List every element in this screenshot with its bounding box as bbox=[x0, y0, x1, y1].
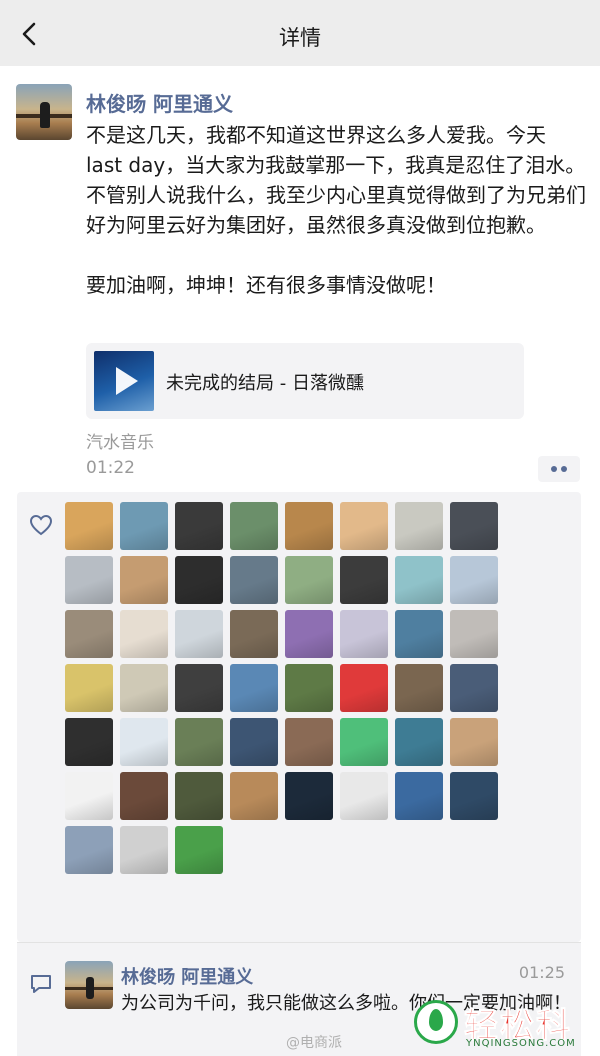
like-avatar[interactable] bbox=[340, 610, 388, 658]
like-avatar[interactable] bbox=[120, 502, 168, 550]
music-title: 未完成的结局 - 日落微醺 bbox=[166, 373, 364, 394]
site-logo: 轻松科技 YNQINGSONG.COM bbox=[414, 994, 598, 1056]
like-avatar[interactable] bbox=[65, 556, 113, 604]
like-avatar[interactable] bbox=[175, 664, 223, 712]
like-avatar[interactable] bbox=[395, 664, 443, 712]
like-avatar[interactable] bbox=[175, 826, 223, 874]
like-avatar[interactable] bbox=[120, 610, 168, 658]
music-card[interactable]: 未完成的结局 - 日落微醺 bbox=[86, 343, 524, 419]
like-avatar[interactable] bbox=[285, 502, 333, 550]
like-avatar[interactable] bbox=[395, 556, 443, 604]
author-name[interactable]: 林俊旸 阿里通义 bbox=[86, 88, 233, 117]
like-avatar[interactable] bbox=[285, 610, 333, 658]
top-bar: 详情 bbox=[0, 0, 600, 66]
like-avatar[interactable] bbox=[175, 718, 223, 766]
like-avatar[interactable] bbox=[285, 664, 333, 712]
like-avatar[interactable] bbox=[340, 556, 388, 604]
source-link[interactable]: 汽水音乐 bbox=[86, 428, 154, 453]
logo-mark-icon bbox=[414, 1000, 458, 1044]
like-avatar[interactable] bbox=[395, 502, 443, 550]
like-avatar[interactable] bbox=[120, 718, 168, 766]
comment-time: 01:25 bbox=[518, 963, 565, 982]
like-avatar[interactable] bbox=[230, 718, 278, 766]
like-avatar[interactable] bbox=[230, 502, 278, 550]
like-avatar[interactable] bbox=[230, 772, 278, 820]
like-avatar[interactable] bbox=[65, 502, 113, 550]
like-avatar[interactable] bbox=[340, 664, 388, 712]
post-time: 01:22 bbox=[86, 458, 135, 478]
like-avatar[interactable] bbox=[120, 772, 168, 820]
like-avatar[interactable] bbox=[65, 664, 113, 712]
like-avatar[interactable] bbox=[395, 610, 443, 658]
like-avatar[interactable] bbox=[450, 610, 498, 658]
like-avatar[interactable] bbox=[450, 556, 498, 604]
like-avatar[interactable] bbox=[285, 772, 333, 820]
weibo-watermark: @电商派 bbox=[286, 1035, 342, 1051]
post-paragraph-2: 要加油啊，坤坤！还有很多事情没做呢！ bbox=[86, 273, 446, 297]
like-avatar[interactable] bbox=[340, 772, 388, 820]
like-avatar[interactable] bbox=[175, 556, 223, 604]
like-avatar[interactable] bbox=[285, 556, 333, 604]
like-avatar[interactable] bbox=[395, 772, 443, 820]
like-avatar[interactable] bbox=[65, 772, 113, 820]
like-avatar[interactable] bbox=[120, 664, 168, 712]
more-actions-button[interactable] bbox=[538, 456, 580, 482]
page-title: 详情 bbox=[279, 26, 321, 50]
commenter-name[interactable]: 林俊旸 阿里通义 bbox=[121, 963, 253, 989]
like-avatar[interactable] bbox=[450, 502, 498, 550]
like-avatar[interactable] bbox=[120, 556, 168, 604]
like-avatar[interactable] bbox=[340, 502, 388, 550]
play-icon bbox=[116, 367, 138, 395]
like-avatar[interactable] bbox=[120, 826, 168, 874]
like-avatar[interactable] bbox=[450, 664, 498, 712]
like-avatar[interactable] bbox=[450, 772, 498, 820]
logo-subtitle: YNQINGSONG.COM bbox=[466, 1038, 576, 1049]
author-avatar[interactable] bbox=[16, 84, 72, 140]
like-avatar[interactable] bbox=[450, 718, 498, 766]
heart-icon bbox=[29, 514, 53, 536]
like-avatar[interactable] bbox=[340, 718, 388, 766]
like-avatar[interactable] bbox=[65, 826, 113, 874]
commenter-avatar[interactable] bbox=[65, 961, 113, 1009]
like-avatar[interactable] bbox=[175, 772, 223, 820]
post-paragraph-1: 不是这几天，我都不知道这世界这么多人爱我。今天 last day，当大家为我鼓掌… bbox=[86, 123, 586, 237]
like-avatar[interactable] bbox=[65, 718, 113, 766]
like-avatar[interactable] bbox=[230, 610, 278, 658]
like-avatar[interactable] bbox=[230, 664, 278, 712]
like-avatar[interactable] bbox=[175, 610, 223, 658]
comment-icon bbox=[31, 975, 51, 993]
like-avatar[interactable] bbox=[230, 556, 278, 604]
like-avatar[interactable] bbox=[175, 502, 223, 550]
like-avatar[interactable] bbox=[395, 718, 443, 766]
like-avatar[interactable] bbox=[65, 610, 113, 658]
music-cover bbox=[94, 351, 154, 411]
likes-panel bbox=[17, 492, 581, 942]
like-avatar[interactable] bbox=[285, 718, 333, 766]
post-content: 不是这几天，我都不知道这世界这么多人爱我。今天 last day，当大家为我鼓掌… bbox=[86, 120, 586, 300]
